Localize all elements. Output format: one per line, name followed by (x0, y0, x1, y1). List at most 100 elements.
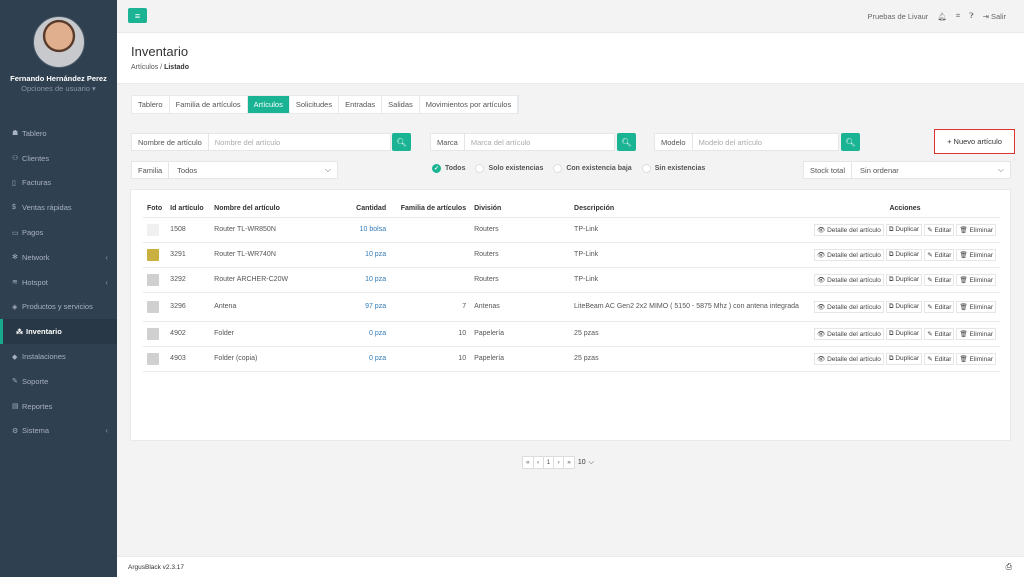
sidebar-item-soporte[interactable]: ✎ Soporte (0, 369, 117, 394)
article-division: Papelería (470, 321, 571, 347)
duplicar-button[interactable]: ⧉ Duplicar (885, 223, 923, 236)
product-thumbnail[interactable] (147, 300, 159, 313)
editar-button[interactable]: ✎ Editar (924, 327, 955, 340)
product-thumbnail[interactable] (147, 248, 159, 261)
page-size-select[interactable]: 10 ⌵ (578, 459, 594, 467)
product-thumbnail[interactable] (147, 273, 159, 286)
article-quantity[interactable]: 10 bolsa (330, 217, 391, 243)
product-thumbnail[interactable] (147, 352, 159, 365)
article-quantity[interactable]: 10 pza (330, 242, 391, 268)
view-icon: 👁︎ (817, 251, 828, 259)
article-quantity[interactable]: 0 pza (330, 321, 391, 347)
sidebar-item-label: Reportes (22, 401, 53, 411)
eliminar-button[interactable]: 🗑︎ Eliminar (956, 248, 996, 261)
product-thumbnail[interactable] (147, 327, 159, 340)
tab-art-culos[interactable]: Artículos (247, 96, 290, 113)
editar-button[interactable]: ✎ Editar (924, 352, 955, 365)
article-quantity[interactable]: 10 pza (330, 267, 391, 293)
duplicar-button[interactable]: ⧉ Duplicar (885, 300, 923, 313)
editar-button[interactable]: ✎ Editar (924, 223, 955, 236)
logout-button[interactable]: ⇥ Salir (983, 12, 1006, 21)
action-label: Editar (934, 276, 952, 284)
trash-icon: 🗑︎ (959, 226, 970, 234)
detalle-del-art-culo-button[interactable]: 👁︎ Detalle del artículo (814, 223, 884, 236)
editar-button[interactable]: ✎ Editar (924, 300, 955, 313)
sidebar-item-ventas-r-pidas[interactable]: $ Ventas rápidas (0, 195, 117, 220)
page-last-button[interactable]: » (563, 456, 575, 469)
duplicar-button[interactable]: ⧉ Duplicar (885, 273, 923, 286)
sidebar-item-productos-y-servicios[interactable]: ◈ Productos y servicios (0, 295, 117, 320)
menu-toggle-button[interactable]: ≡ (128, 8, 147, 23)
chip-icon[interactable]: ⌗ (956, 11, 960, 21)
brand-search-button[interactable]: 🔍︎ (617, 133, 636, 151)
sidebar-item-inventario[interactable]: ⁂ Inventario (0, 319, 117, 345)
trash-icon: 🗑︎ (959, 303, 970, 311)
radio-sin-existencias[interactable]: Sin existencias (641, 164, 705, 173)
sidebar-item-sistema[interactable]: ⚙ Sistema ‹ (0, 419, 117, 444)
help-icon[interactable]: ❓︎ (969, 11, 974, 21)
editar-button[interactable]: ✎ Editar (924, 248, 955, 261)
column-header: Familia de artículos (390, 200, 471, 218)
article-quantity[interactable]: 97 pza (330, 292, 391, 322)
article-division: Routers (470, 242, 571, 268)
name-input[interactable]: Nombre del artículo (209, 138, 390, 147)
new-article-button[interactable]: + Nuevo artículo (934, 129, 1015, 154)
radio-solo-existencias[interactable]: Solo existencias (475, 164, 543, 173)
duplicar-button[interactable]: ⧉ Duplicar (885, 327, 923, 340)
duplicar-button[interactable]: ⧉ Duplicar (885, 248, 923, 261)
article-quantity[interactable]: 0 pza (330, 346, 391, 372)
view-icon: 👁︎ (817, 330, 828, 338)
table-row: 1508 Router TL-WR850N 10 bolsa Routers TP-Li… (143, 217, 1000, 243)
sidebar-item-pagos[interactable]: ▭ Pagos (0, 220, 117, 245)
wrench-icon: ✎ (12, 378, 18, 386)
actions-cell: 👁︎ Detalle del artículo ⧉ Duplicar ✎ Edita… (810, 267, 1000, 293)
avatar[interactable] (32, 16, 85, 68)
column-header: Acciones (810, 200, 1000, 218)
breadcrumb: Artículos / Listado (131, 64, 1024, 71)
tab-familia-de-art-culos[interactable]: Familia de artículos (170, 96, 248, 113)
tab-tablero[interactable]: Tablero (132, 96, 170, 113)
sidebar-item-reportes[interactable]: ▤ Reportes (0, 394, 117, 419)
logout-icon: ⇥ (982, 11, 989, 21)
eliminar-button[interactable]: 🗑︎ Eliminar (956, 300, 996, 313)
article-name: Folder (copia) (210, 346, 331, 372)
product-thumbnail[interactable] (147, 223, 159, 236)
name-search-button[interactable]: 🔍︎ (392, 133, 411, 151)
eliminar-button[interactable]: 🗑︎ Eliminar (956, 327, 996, 340)
sidebar-item-network[interactable]: ✻ Network ‹ (0, 245, 117, 270)
radio-todos[interactable]: ✓ Todos (432, 164, 465, 173)
detalle-del-art-culo-button[interactable]: 👁︎ Detalle del artículo (814, 300, 884, 313)
model-search-button[interactable]: 🔍︎ (841, 133, 860, 151)
user-options-dropdown[interactable]: Opciones de usuario ▾ (0, 84, 117, 93)
actions-cell: 👁︎ Detalle del artículo ⧉ Duplicar ✎ Edita… (810, 217, 1000, 243)
eliminar-button[interactable]: 🗑︎ Eliminar (956, 273, 996, 286)
cogs-icon: ⚙ (12, 427, 19, 435)
printer-icon[interactable]: ⎙ (1006, 562, 1012, 572)
brand-input[interactable]: Marca del artículo (465, 138, 614, 147)
sidebar-item-facturas[interactable]: ▯ Facturas (0, 171, 117, 196)
radio-con-existencia-baja[interactable]: Con existencia baja (553, 164, 632, 173)
sidebar-item-tablero[interactable]: ☗ Tablero (0, 121, 117, 146)
tab-entradas[interactable]: Entradas (339, 96, 383, 113)
sidebar-item-clientes[interactable]: ⚇ Clientes (0, 146, 117, 171)
tab-movimientos-por-art-culos[interactable]: Movimientos por artículos (420, 96, 519, 113)
tab-salidas[interactable]: Salidas (382, 96, 420, 113)
actions-cell: 👁︎ Detalle del artículo ⧉ Duplicar ✎ Edita… (810, 346, 1000, 372)
sidebar-item-hotspot[interactable]: ≋ Hotspot ‹ (0, 270, 117, 295)
tab-solicitudes[interactable]: Solicitudes (290, 96, 340, 113)
duplicar-button[interactable]: ⧉ Duplicar (885, 352, 923, 365)
model-input[interactable]: Modelo del artículo (693, 138, 838, 147)
breadcrumb-parent[interactable]: Artículos / (131, 64, 162, 71)
sidebar-item-instalaciones[interactable]: ◆ Instalaciones (0, 344, 117, 369)
detalle-del-art-culo-button[interactable]: 👁︎ Detalle del artículo (814, 248, 884, 261)
editar-button[interactable]: ✎ Editar (924, 273, 955, 286)
stock-sort-select[interactable]: Stock total Sin ordenar ⌵ (803, 161, 1011, 179)
detalle-del-art-culo-button[interactable]: 👁︎ Detalle del artículo (814, 327, 884, 340)
eliminar-button[interactable]: 🗑︎ Eliminar (956, 352, 996, 365)
account-name[interactable]: Pruebas de Livaur (867, 12, 928, 21)
eliminar-button[interactable]: 🗑︎ Eliminar (956, 223, 996, 236)
family-select[interactable]: Familia Todos ⌵ (131, 161, 338, 179)
detalle-del-art-culo-button[interactable]: 👁︎ Detalle del artículo (814, 273, 884, 286)
bell-icon[interactable]: 🔔︎ (937, 12, 947, 21)
detalle-del-art-culo-button[interactable]: 👁︎ Detalle del artículo (814, 352, 884, 365)
